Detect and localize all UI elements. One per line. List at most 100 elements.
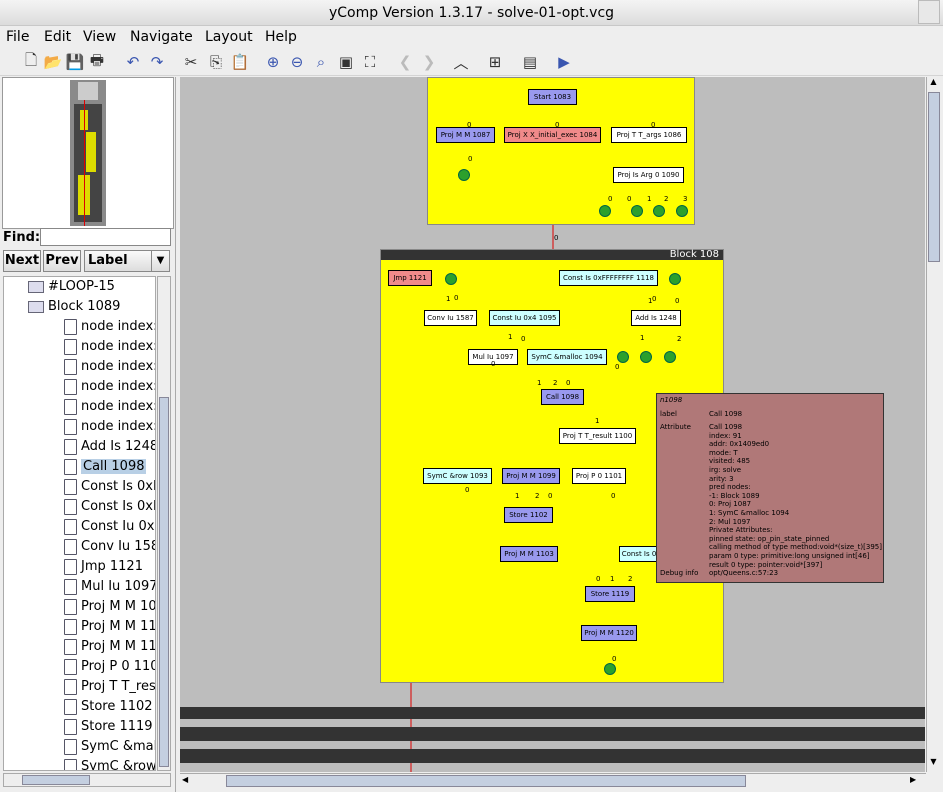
redo-icon[interactable]: ↷ [146, 51, 168, 73]
find-mode-select[interactable]: Label ▼ [84, 250, 170, 272]
green-dot[interactable] [458, 169, 470, 181]
play-icon[interactable]: ▶ [553, 51, 575, 73]
menu-help[interactable]: Help [265, 29, 297, 45]
scroll-up-icon[interactable]: ▲ [927, 77, 940, 91]
green-dot[interactable] [445, 273, 457, 285]
green-dot[interactable] [669, 273, 681, 285]
zoom-in-icon[interactable]: ⊕ [262, 51, 284, 73]
tree-item[interactable]: Conv Iu 158 [64, 537, 155, 557]
tree-item[interactable]: node index: [64, 357, 155, 377]
node-symc-malloc[interactable]: SymC &malloc 1094 [527, 349, 607, 365]
tree-item[interactable]: Mul Iu 1097 [64, 577, 155, 597]
tree-item[interactable]: node index: [64, 377, 155, 397]
tree-item[interactable]: Call 1098 [64, 457, 147, 477]
tree-item[interactable]: Store 1102 [64, 697, 153, 717]
find-input[interactable] [40, 228, 171, 246]
tree-item[interactable]: SymC &row [64, 757, 155, 770]
node-store-1119[interactable]: Store 1119 [585, 586, 635, 602]
node-proj-t[interactable]: Proj T T_args 1086 [611, 127, 687, 143]
node-proj-m[interactable]: Proj M M 1087 [436, 127, 495, 143]
node-jmp[interactable]: Jmp 1121 [388, 270, 432, 286]
tree-item[interactable]: Proj M M 11 [64, 617, 155, 637]
cut-icon[interactable]: ✂ [180, 51, 202, 73]
next-button[interactable]: Next [3, 250, 41, 272]
canvas-horizontal-scrollbar[interactable]: ◀ ▶ [180, 773, 926, 789]
zoom-icon[interactable]: ⌕ [310, 51, 332, 73]
menu-bar: File Edit View Navigate Layout Help [0, 26, 943, 48]
tree-vertical-scrollbar[interactable] [157, 276, 171, 771]
tree-item[interactable]: Const Iu 0x4 [64, 517, 155, 537]
new-file-icon[interactable]: 🗋 [20, 51, 42, 73]
save-icon[interactable]: 💾 [64, 51, 86, 73]
open-folder-icon[interactable]: 📂 [42, 51, 64, 73]
copy-icon[interactable]: ⎘ [205, 51, 227, 73]
scroll-right-icon[interactable]: ▶ [910, 775, 922, 787]
node-proj-m-1103[interactable]: Proj M M 1103 [500, 546, 558, 562]
menu-layout[interactable]: Layout [205, 29, 253, 45]
window-close-button[interactable] [918, 0, 940, 24]
graph-overview[interactable] [2, 77, 174, 229]
tree-item[interactable]: #LOOP-15 [28, 277, 115, 297]
menu-edit[interactable]: Edit [44, 29, 71, 45]
node-conv[interactable]: Conv Iu 1587 [424, 310, 477, 326]
node-proj-result[interactable]: Proj T T_result 1100 [559, 428, 636, 444]
paste-icon[interactable]: 📋 [229, 51, 251, 73]
green-dot[interactable] [631, 205, 643, 217]
menu-navigate[interactable]: Navigate [130, 29, 193, 45]
tree-item[interactable]: Const Is 0xF [64, 477, 155, 497]
node-const-4[interactable]: Const Iu 0x4 1095 [489, 310, 560, 326]
menu-view[interactable]: View [83, 29, 116, 45]
tree-item[interactable]: SymC &mall [64, 737, 155, 757]
forward-icon[interactable]: ❯ [418, 51, 440, 73]
print-icon[interactable]: 🖶 [86, 51, 108, 73]
menu-file[interactable]: File [6, 29, 29, 45]
green-dot[interactable] [599, 205, 611, 217]
tree-horizontal-scrollbar[interactable] [3, 773, 171, 787]
zoom-out-icon[interactable]: ⊖ [286, 51, 308, 73]
canvas-vertical-scrollbar[interactable]: ▲ ▼ [926, 77, 941, 772]
tree-item[interactable]: Add Is 1248 [64, 437, 155, 457]
tree-item[interactable]: node index: [64, 417, 155, 437]
undo-icon[interactable]: ↶ [122, 51, 144, 73]
green-dot[interactable] [676, 205, 688, 217]
node-const-0[interactable]: Const Is 0 [619, 546, 659, 562]
node-start[interactable]: Start 1083 [528, 89, 577, 105]
tree-item[interactable]: node index: [64, 397, 155, 417]
up-icon[interactable]: ︿ [450, 51, 472, 73]
node-symc-row[interactable]: SymC &row 1093 [423, 468, 492, 484]
tree-item[interactable]: Store 1119 [64, 717, 153, 737]
fit-window-icon[interactable]: ⛶ [359, 51, 381, 73]
tree-item[interactable]: Proj T T_res [64, 677, 155, 697]
tree-item[interactable]: node index: [64, 317, 155, 337]
clipboard-icon[interactable]: ▤ [519, 51, 541, 73]
prev-button[interactable]: Prev [43, 250, 81, 272]
tree-item[interactable]: Block 1089 [28, 297, 120, 317]
tree-item[interactable]: Const Is 0xF [64, 497, 155, 517]
node-const-ffff[interactable]: Const Is 0xFFFFFFFF 1118 [559, 270, 658, 286]
green-dot[interactable] [653, 205, 665, 217]
green-dot[interactable] [604, 663, 616, 675]
back-icon[interactable]: ❮ [394, 51, 416, 73]
node-store-1102[interactable]: Store 1102 [504, 507, 553, 523]
green-dot[interactable] [640, 351, 652, 363]
green-dot[interactable] [664, 351, 676, 363]
tree-item[interactable]: Proj P 0 110 [64, 657, 155, 677]
graph-canvas[interactable]: Start 1083 Proj M M 1087 Proj X X_initia… [180, 77, 925, 772]
fit-content-icon[interactable]: ▣ [335, 51, 357, 73]
hierarchy-icon[interactable]: ⊞ [484, 51, 506, 73]
node-add[interactable]: Add Is 1248 [631, 310, 681, 326]
node-proj-m-1099[interactable]: Proj M M 1099 [502, 468, 560, 484]
tree-item[interactable]: Proj M M 11 [64, 637, 155, 657]
green-dot[interactable] [617, 351, 629, 363]
tree-item[interactable]: Jmp 1121 [64, 557, 143, 577]
node-proj-m-1120[interactable]: Proj M M 1120 [581, 625, 637, 641]
node-call[interactable]: Call 1098 [541, 389, 584, 405]
tree-item[interactable]: Proj M M 10 [64, 597, 155, 617]
node-tree[interactable]: #LOOP-15 Block 1089 node index: node index:… [3, 276, 156, 771]
scroll-down-icon[interactable]: ▼ [927, 757, 940, 771]
node-proj-x[interactable]: Proj X X_initial_exec 1084 [504, 127, 601, 143]
scroll-left-icon[interactable]: ◀ [182, 775, 194, 787]
node-proj-arg[interactable]: Proj Is Arg 0 1090 [613, 167, 684, 183]
node-proj-p[interactable]: Proj P 0 1101 [572, 468, 626, 484]
tree-item[interactable]: node index: [64, 337, 155, 357]
